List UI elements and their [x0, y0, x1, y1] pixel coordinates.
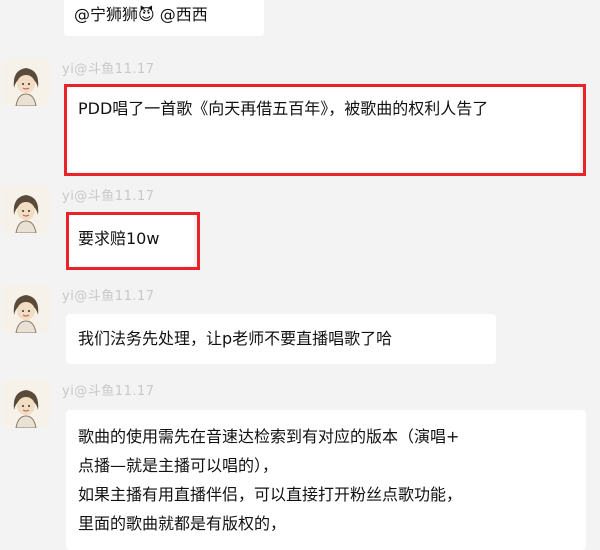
sender-name: yi@斗鱼11.17 [62, 185, 155, 204]
message-line: 歌曲的使用需先在音速达检索到有对应的版本（演唱+ [78, 427, 460, 446]
girl-avatar-icon [2, 58, 50, 106]
message-bubble: 歌曲的使用需先在音速达检索到有对应的版本（演唱+ 点播—就是主播可以唱的）， 如… [66, 410, 586, 550]
sender-name: yi@斗鱼11.17 [62, 58, 155, 77]
message-text: @宁狮狮😈 @西西 [74, 5, 208, 24]
message-text: 要求赔10w [78, 229, 160, 248]
avatar[interactable] [2, 185, 50, 233]
sender-name: yi@斗鱼11.17 [62, 380, 155, 399]
sender-name-text: yi@斗鱼11.17 [62, 384, 155, 399]
sender-name-text: yi@斗鱼11.17 [62, 289, 155, 304]
message-bubble: PDD唱了一首歌《向天再借五百年》，被歌曲的权利人告了 [66, 86, 580, 172]
avatar[interactable] [2, 58, 50, 106]
message-bubble-mentions: @宁狮狮😈 @西西 [64, 0, 264, 36]
girl-avatar-icon [2, 380, 50, 428]
message-line: 如果主播有用直播伴侣，可以直接打开粉丝点歌功能， [78, 485, 463, 504]
avatar[interactable] [2, 380, 50, 428]
sender-name: yi@斗鱼11.17 [62, 285, 155, 304]
avatar[interactable] [2, 285, 50, 333]
girl-avatar-icon [2, 185, 50, 233]
message-line: 里面的歌曲就都是有版权的， [78, 514, 287, 533]
message-bubble: 我们法务先处理，让p老师不要直播唱歌了哈 [66, 314, 496, 364]
girl-avatar-icon [2, 285, 50, 333]
sender-name-text: yi@斗鱼11.17 [62, 189, 155, 204]
chat-window: @宁狮狮😈 @西西 yi@斗鱼11.17 PDD唱了一首歌《向天再借五百年》，被… [0, 0, 600, 550]
message-text: 我们法务先处理，让p老师不要直播唱歌了哈 [78, 329, 393, 348]
sender-name-text: yi@斗鱼11.17 [62, 62, 155, 77]
message-bubble: 要求赔10w [66, 214, 194, 266]
message-line: 点播—就是主播可以唱的）， [78, 456, 279, 475]
message-text: PDD唱了一首歌《向天再借五百年》，被歌曲的权利人告了 [78, 99, 489, 118]
